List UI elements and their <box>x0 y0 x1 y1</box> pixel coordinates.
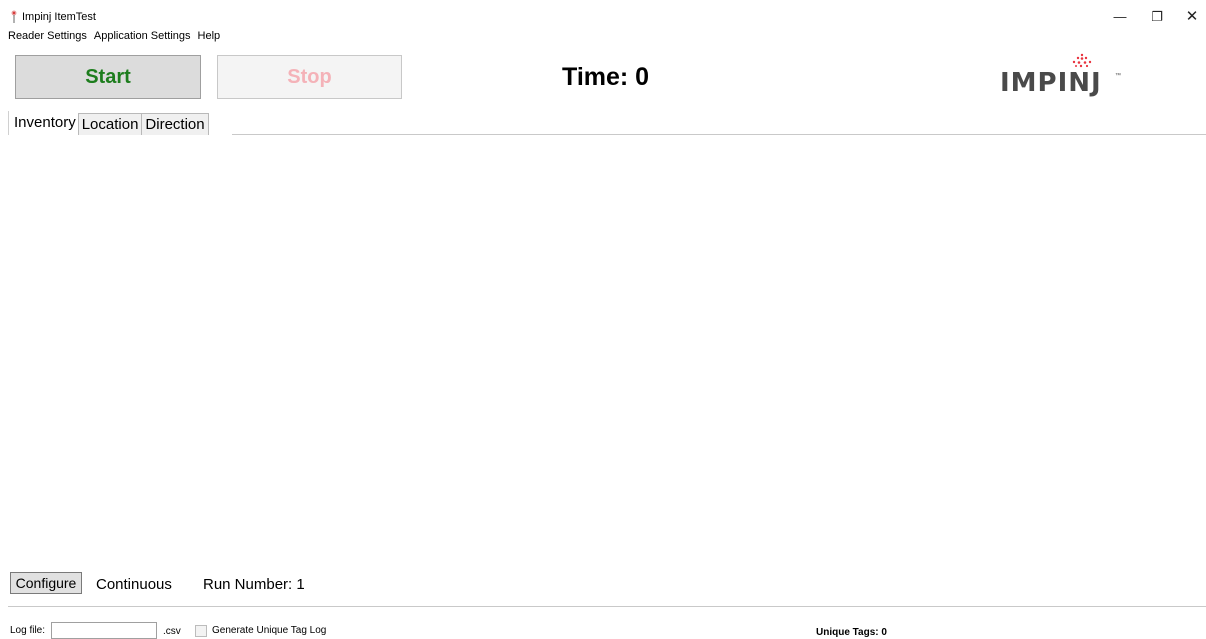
mode-label: Continuous <box>96 576 172 593</box>
logo-text: IMPINJ <box>1000 68 1102 98</box>
stop-button[interactable]: Stop <box>217 55 402 99</box>
tab-location[interactable]: Location <box>77 113 143 136</box>
tab-direction[interactable]: Direction <box>141 113 209 136</box>
window-title: Impinj ItemTest <box>22 11 96 23</box>
menu-help[interactable]: Help <box>198 30 221 46</box>
minimize-button[interactable]: — <box>1103 6 1137 28</box>
inventory-panel <box>8 135 1206 603</box>
time-display: Time: 0 <box>562 63 650 91</box>
unique-tag-log-checkbox[interactable] <box>195 625 207 637</box>
start-button[interactable]: Start <box>15 55 201 99</box>
run-number-label: Run Number: 1 <box>203 576 305 593</box>
logo-dots-icon <box>1072 53 1092 68</box>
menu-application-settings[interactable]: Application Settings <box>94 30 191 46</box>
tab-strip: Inventory Location Direction <box>8 111 209 136</box>
log-file-input[interactable] <box>51 622 157 639</box>
log-file-label: Log file: <box>10 625 46 636</box>
unique-tag-log-label: Generate Unique Tag Log <box>212 625 327 636</box>
restore-button[interactable]: ❐ <box>1140 6 1174 28</box>
menu-reader-settings[interactable]: Reader Settings <box>8 30 87 46</box>
logo-trademark: ™ <box>1115 73 1121 79</box>
impinj-logo: IMPINJ ™ <box>1000 53 1121 103</box>
menu-bar: Reader Settings Application Settings Hel… <box>8 30 227 46</box>
configure-button[interactable]: Configure <box>10 572 82 594</box>
panel-divider <box>8 606 1206 607</box>
close-button[interactable]: ✕ <box>1175 6 1206 28</box>
unique-tags-count: Unique Tags: 0 <box>816 627 887 638</box>
tab-inventory[interactable]: Inventory <box>8 111 79 136</box>
csv-extension-label: .csv <box>163 626 181 637</box>
antenna-icon <box>11 10 17 23</box>
title-bar: Impinj ItemTest — ❐ ✕ <box>0 0 1206 31</box>
